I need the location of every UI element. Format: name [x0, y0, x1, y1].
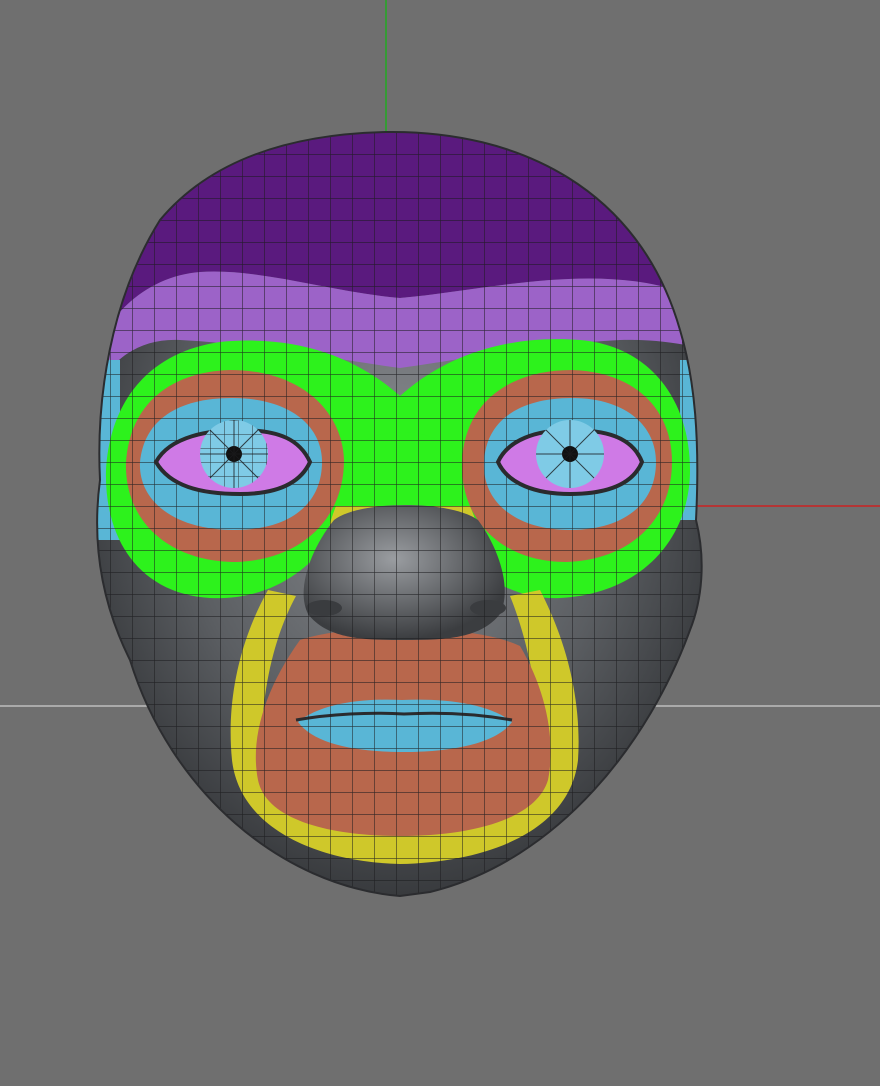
iris-spokes-left	[200, 420, 268, 488]
head-mesh[interactable]	[60, 120, 820, 920]
viewport-canvas[interactable]	[0, 0, 880, 1086]
wireframe-grid	[97, 131, 702, 897]
3d-viewport[interactable]	[0, 0, 880, 1086]
temple-band-right	[680, 360, 702, 520]
iris-spokes-right	[536, 420, 604, 488]
